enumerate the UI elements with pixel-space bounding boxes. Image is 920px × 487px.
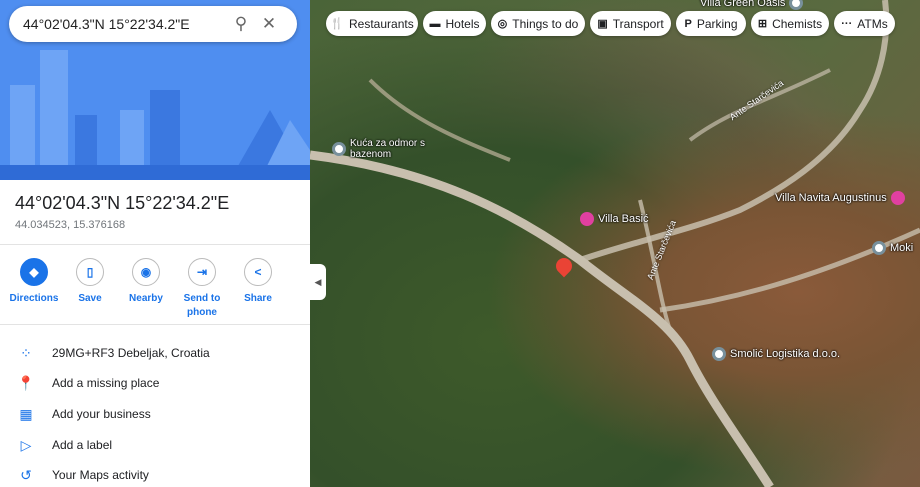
- directions-icon: ◆: [20, 258, 48, 286]
- send-to-phone-button[interactable]: ⇥ Send to phone: [174, 258, 230, 320]
- place-pin-icon: [872, 241, 886, 255]
- add-label-row[interactable]: ▷ Add a label: [0, 430, 310, 460]
- parking-icon: P: [684, 17, 692, 30]
- place-label: Moki: [890, 241, 914, 254]
- chip-transport[interactable]: ▣ Transport: [590, 11, 671, 36]
- share-icon: <: [244, 258, 272, 286]
- place-villa-navita[interactable]: Villa Navita Augustinus: [775, 191, 905, 205]
- close-icon[interactable]: ✕: [255, 14, 283, 34]
- row-label: Your Maps activity: [52, 468, 149, 482]
- save-button[interactable]: ▯ Save: [62, 258, 118, 320]
- send-to-phone-icon: ⇥: [188, 258, 216, 286]
- camera-icon: ◎: [497, 18, 508, 30]
- place-label: Villa Navita Augustinus: [775, 191, 887, 204]
- place-pin-icon: [789, 0, 804, 10]
- add-missing-place-row[interactable]: 📍 Add a missing place: [0, 368, 310, 398]
- place-pin-icon: [332, 142, 346, 156]
- plus-code-icon: ⁘: [20, 344, 32, 361]
- nearby-button[interactable]: ◉ Nearby: [118, 258, 174, 320]
- place-title: 44°02'04.3"N 15°22'34.2"E: [15, 193, 230, 213]
- action-label: Save: [78, 293, 102, 304]
- row-label: Add a label: [52, 438, 113, 452]
- category-chips: 🍴 Restaurants ▬ Hotels ◎ Things to do ▣ Tran…: [326, 11, 895, 36]
- maps-activity-row[interactable]: ↺ Your Maps activity: [0, 460, 310, 487]
- search-input[interactable]: 44°02'04.3"N 15°22'34.2"E: [23, 16, 227, 32]
- place-pin-icon: [712, 347, 726, 361]
- chip-label: ATMs: [857, 16, 888, 31]
- place-smolic-logistika[interactable]: Smolić Logistika d.o.o.: [712, 347, 840, 361]
- chip-restaurants[interactable]: 🍴 Restaurants: [326, 11, 418, 36]
- chip-label: Things to do: [512, 16, 579, 31]
- bookmark-icon: ▯: [76, 258, 104, 286]
- search-box[interactable]: 44°02'04.3"N 15°22'34.2"E ⚲ ✕: [9, 6, 297, 42]
- plus-code-row[interactable]: ⁘ 29MG+RF3 Debeljak, Croatia: [0, 338, 310, 368]
- action-label: Nearby: [129, 293, 163, 304]
- action-label: Directions: [9, 293, 59, 304]
- chip-atms[interactable]: ··· ATMs: [834, 11, 895, 36]
- business-icon: ▦: [19, 405, 33, 422]
- nearby-icon: ◉: [132, 258, 160, 286]
- divider: [0, 244, 310, 245]
- satellite-map[interactable]: Villa Green Oasis Kuća za odmor s bazeno…: [310, 0, 920, 487]
- row-label: Add a missing place: [52, 376, 160, 390]
- place-kuca-za-odmor[interactable]: Kuća za odmor s bazenom: [332, 138, 430, 160]
- directions-button[interactable]: ◆ Directions: [6, 258, 62, 320]
- divider: [0, 324, 310, 325]
- history-icon: ↺: [20, 466, 32, 483]
- search-icon[interactable]: ⚲: [227, 14, 255, 34]
- place-villa-basic[interactable]: Villa Basić: [580, 212, 649, 226]
- place-moki[interactable]: Moki: [872, 241, 913, 255]
- chip-label: Hotels: [445, 16, 480, 31]
- hotel-pin-icon: [890, 191, 905, 205]
- chip-label: Transport: [612, 16, 664, 31]
- place-label: Smolić Logistika d.o.o.: [730, 347, 841, 360]
- pharmacy-icon: ⊞: [757, 18, 768, 30]
- add-business-row[interactable]: ▦ Add your business: [0, 399, 310, 429]
- chip-parking[interactable]: P Parking: [676, 11, 746, 36]
- side-panel: 44°02'04.3"N 15°22'34.2"E ⚲ ✕ 44°02'04.3…: [0, 0, 310, 487]
- row-label: Add your business: [52, 407, 151, 421]
- hotel-icon: ▬: [429, 17, 441, 30]
- chip-label: Restaurants: [349, 16, 414, 31]
- place-label: Kuća za odmor s bazenom: [350, 138, 426, 160]
- chip-label: Chemists: [772, 16, 823, 31]
- hotel-pin-icon: [580, 212, 594, 226]
- restaurant-icon: 🍴: [330, 18, 344, 30]
- roads: [310, 0, 920, 487]
- chip-hotels[interactable]: ▬ Hotels: [423, 11, 486, 36]
- add-place-icon: 📍: [17, 374, 35, 391]
- place-label: Villa Basić: [598, 212, 649, 225]
- place-villa-green-oasis[interactable]: Villa Green Oasis: [700, 0, 804, 10]
- chip-chemists[interactable]: ⊞ Chemists: [751, 11, 829, 36]
- chip-things-to-do[interactable]: ◎ Things to do: [491, 11, 585, 36]
- share-button[interactable]: < Share: [230, 258, 286, 320]
- transport-icon: ▣: [597, 18, 608, 30]
- action-label: Share: [244, 293, 272, 304]
- chip-label: Parking: [696, 16, 738, 31]
- row-label: 29MG+RF3 Debeljak, Croatia: [52, 346, 210, 360]
- place-label: Villa Green Oasis: [700, 0, 786, 9]
- place-coordinates: 44.034523, 15.376168: [15, 219, 126, 231]
- action-label: Send to phone: [183, 293, 221, 318]
- atm-icon: ···: [841, 17, 853, 30]
- label-icon: ▷: [20, 436, 32, 453]
- collapse-panel-button[interactable]: ◀: [310, 264, 326, 300]
